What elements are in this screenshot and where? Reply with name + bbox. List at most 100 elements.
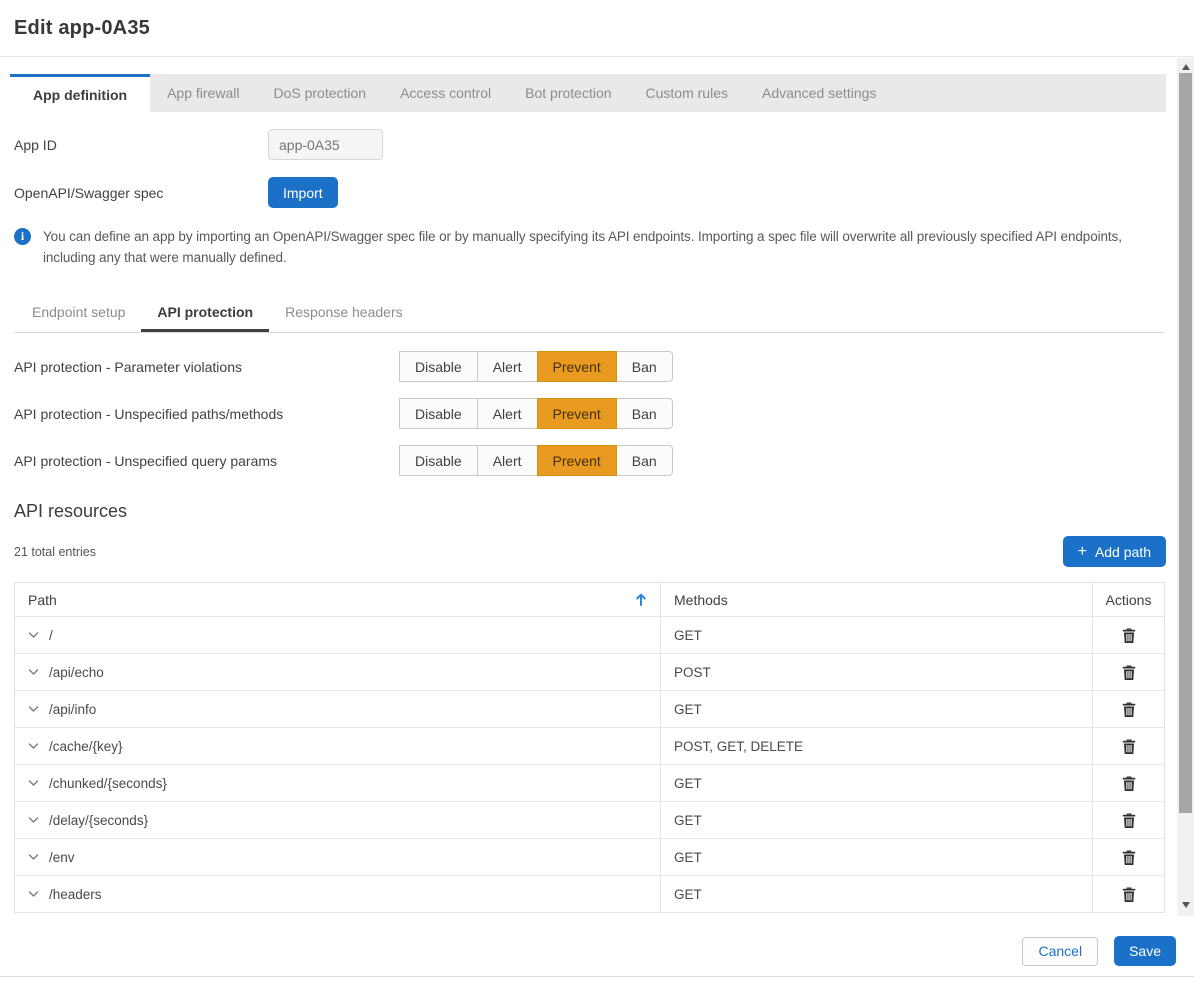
delete-path-button[interactable]	[1119, 662, 1139, 683]
table-row: /headers GET	[15, 875, 1164, 912]
methods-cell: GET	[660, 839, 1092, 875]
chevron-down-icon[interactable]	[28, 705, 39, 713]
actions-cell	[1092, 728, 1164, 764]
column-header-actions: Actions	[1092, 583, 1164, 616]
sort-ascending-icon[interactable]	[634, 592, 648, 607]
chevron-down-icon[interactable]	[28, 779, 39, 787]
vertical-scrollbar[interactable]	[1177, 58, 1194, 916]
protection-row-label: API protection - Unspecified paths/metho…	[14, 406, 400, 422]
segmented-option-button[interactable]: Disable	[399, 398, 478, 429]
segmented-option-button[interactable]: Ban	[616, 398, 673, 429]
chevron-down-icon[interactable]	[28, 631, 39, 639]
chevron-down-icon[interactable]	[28, 668, 39, 676]
path-value: /chunked/{seconds}	[49, 776, 167, 791]
chevron-down-icon[interactable]	[28, 816, 39, 824]
delete-path-button[interactable]	[1119, 625, 1139, 646]
segmented-option-button[interactable]: Disable	[399, 351, 478, 382]
sub-tab-label: API protection	[157, 304, 253, 320]
main-tab-label: Advanced settings	[762, 85, 876, 101]
table-header-row: Path Methods Actions	[15, 583, 1164, 616]
api-resources-table: Path Methods Actions	[14, 582, 1165, 913]
segmented-option-button[interactable]: Alert	[477, 445, 538, 476]
column-header-methods: Methods	[660, 583, 1092, 616]
segmented-option-button[interactable]: Prevent	[537, 445, 617, 476]
sub-tab[interactable]: Endpoint setup	[16, 295, 141, 332]
methods-cell: GET	[660, 765, 1092, 801]
table-body: / GET	[15, 616, 1164, 912]
import-button-label: Import	[283, 185, 323, 201]
path-value: /env	[49, 850, 75, 865]
main-tab[interactable]: Access control	[383, 74, 508, 112]
cancel-button[interactable]: Cancel	[1022, 937, 1098, 966]
actions-cell	[1092, 691, 1164, 727]
segmented-option-button[interactable]: Prevent	[537, 398, 617, 429]
segmented-option-button[interactable]: Alert	[477, 398, 538, 429]
delete-path-button[interactable]	[1119, 699, 1139, 720]
plus-icon: +	[1078, 544, 1087, 560]
table-row: /chunked/{seconds} GET	[15, 764, 1164, 801]
main-tab-label: DoS protection	[273, 85, 366, 101]
chevron-down-icon[interactable]	[28, 742, 39, 750]
main-tab-label: App firewall	[167, 85, 239, 101]
modal-footer: Cancel Save	[0, 918, 1194, 984]
path-value: /delay/{seconds}	[49, 813, 148, 828]
table-row: /env GET	[15, 838, 1164, 875]
scrollbar-up-arrow[interactable]	[1177, 60, 1194, 74]
segmented-control: Disable Alert Prevent Ban	[400, 398, 673, 429]
main-tab[interactable]: App firewall	[150, 74, 256, 112]
path-cell: /env	[15, 839, 660, 875]
path-cell: /cache/{key}	[15, 728, 660, 764]
delete-path-button[interactable]	[1119, 884, 1139, 905]
path-value: /cache/{key}	[49, 739, 123, 754]
delete-path-button[interactable]	[1119, 847, 1139, 868]
main-tab-label: App definition	[33, 87, 127, 103]
actions-cell	[1092, 617, 1164, 653]
main-tab[interactable]: Custom rules	[629, 74, 745, 112]
methods-cell: GET	[660, 691, 1092, 727]
table-row: /delay/{seconds} GET	[15, 801, 1164, 838]
main-tabbar: App definition App firewall DoS protecti…	[10, 74, 1166, 112]
chevron-down-icon[interactable]	[28, 890, 39, 898]
column-header-path[interactable]: Path	[15, 583, 660, 616]
main-tab[interactable]: DoS protection	[256, 74, 383, 112]
scrollbar-down-arrow[interactable]	[1177, 898, 1194, 912]
delete-path-button[interactable]	[1119, 810, 1139, 831]
segmented-control: Disable Alert Prevent Ban	[400, 351, 673, 382]
chevron-down-icon[interactable]	[28, 853, 39, 861]
table-row: / GET	[15, 616, 1164, 653]
sub-tab[interactable]: API protection	[141, 295, 269, 332]
main-tab[interactable]: App definition	[10, 74, 150, 112]
swagger-spec-label: OpenAPI/Swagger spec	[14, 185, 268, 201]
actions-cell	[1092, 876, 1164, 912]
delete-path-button[interactable]	[1119, 773, 1139, 794]
add-path-button[interactable]: + Add path	[1063, 536, 1166, 567]
segmented-option-button[interactable]: Alert	[477, 351, 538, 382]
save-button[interactable]: Save	[1114, 936, 1176, 966]
methods-cell: POST, GET, DELETE	[660, 728, 1092, 764]
segmented-option-button[interactable]: Disable	[399, 445, 478, 476]
actions-cell	[1092, 654, 1164, 690]
protection-row-unspecified-paths: API protection - Unspecified paths/metho…	[14, 398, 1177, 429]
methods-cell: GET	[660, 876, 1092, 912]
path-cell: /	[15, 617, 660, 653]
path-cell: /delay/{seconds}	[15, 802, 660, 838]
info-icon	[14, 228, 31, 245]
main-tab[interactable]: Bot protection	[508, 74, 628, 112]
methods-cell: POST	[660, 654, 1092, 690]
protection-row-unspecified-query-params: API protection - Unspecified query param…	[14, 445, 1177, 476]
main-tab-label: Custom rules	[646, 85, 728, 101]
segmented-option-button[interactable]: Ban	[616, 351, 673, 382]
total-entries-label: 21 total entries	[14, 545, 96, 559]
api-protection-settings: API protection - Parameter violations Di…	[0, 351, 1177, 476]
import-button[interactable]: Import	[268, 177, 338, 208]
path-cell: /api/info	[15, 691, 660, 727]
modal-header: Edit app-0A35	[0, 0, 1194, 57]
delete-path-button[interactable]	[1119, 736, 1139, 757]
scrollbar-thumb[interactable]	[1179, 73, 1192, 813]
segmented-option-button[interactable]: Prevent	[537, 351, 617, 382]
main-tab[interactable]: Advanced settings	[745, 74, 893, 112]
app-id-input[interactable]	[268, 129, 383, 160]
main-tab-label: Bot protection	[525, 85, 611, 101]
sub-tab[interactable]: Response headers	[269, 295, 419, 332]
segmented-option-button[interactable]: Ban	[616, 445, 673, 476]
